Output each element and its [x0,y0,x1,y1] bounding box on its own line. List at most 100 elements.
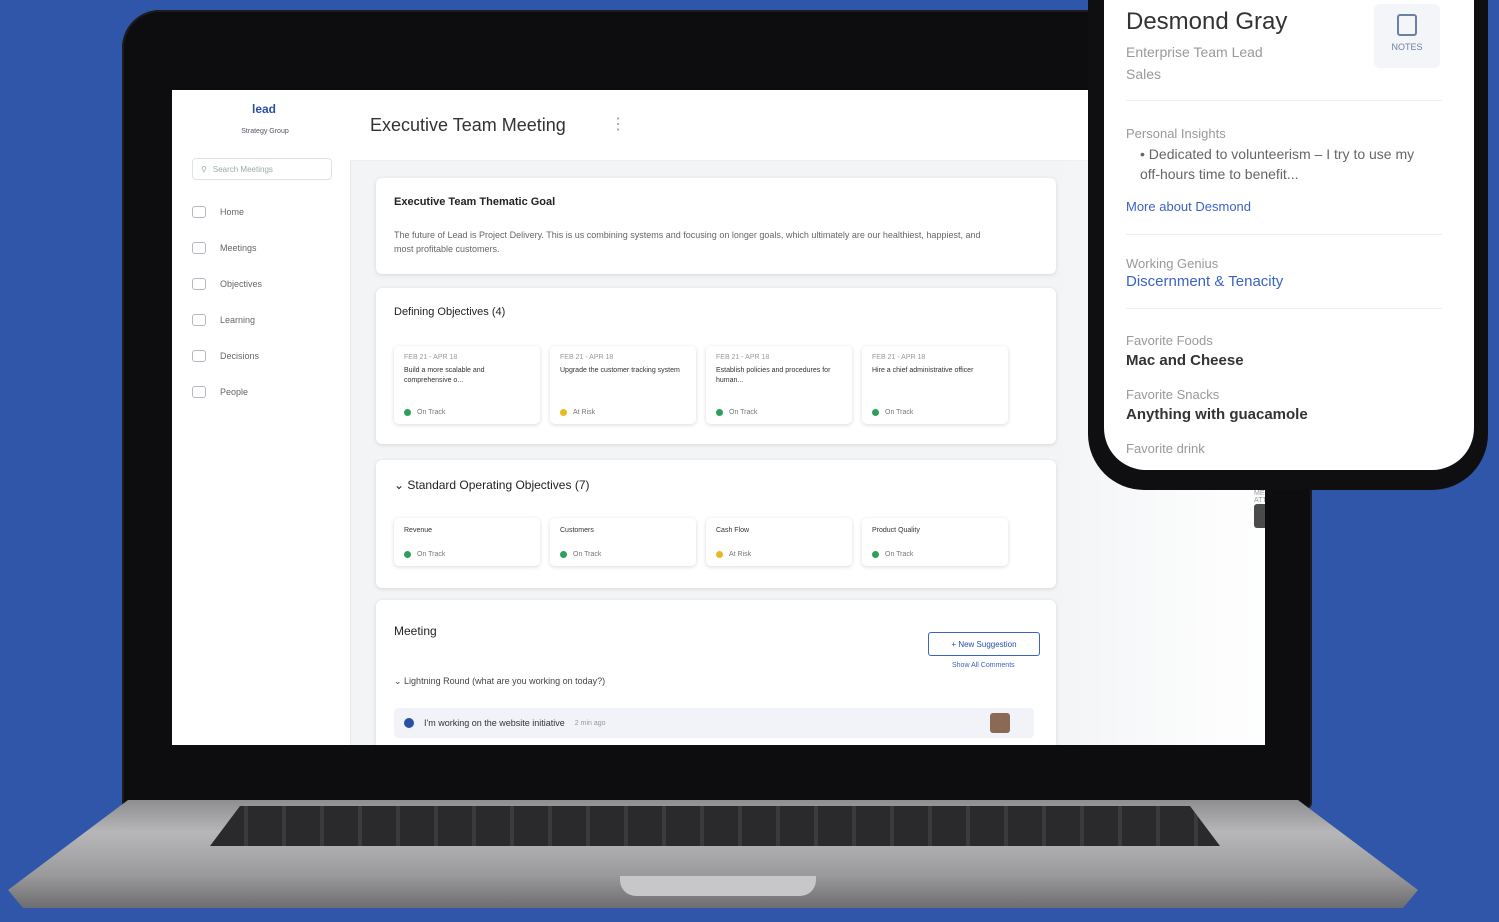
search-input[interactable]: ⚲ Search Meetings [192,158,332,180]
bullet-icon [404,718,414,728]
objective-desc: Upgrade the customer tracking system [560,367,680,374]
show-all-comments-link[interactable]: Show All Comments [952,662,1015,669]
profile-role: Enterprise Team Lead [1126,44,1263,60]
status-dot [560,409,567,416]
notes-button[interactable]: NOTES [1374,4,1440,68]
timestamp: 2 min ago [574,719,606,727]
divider [1126,308,1442,309]
phone-screen: Desmond Gray Enterprise Team Lead Sales … [1104,0,1474,470]
sidebar-item-people[interactable]: People [192,374,262,410]
status-dot [404,409,411,416]
objective-date: FEB 21 - APR 18 [560,354,614,361]
objective-date: FEB 21 - APR 18 [404,354,458,361]
profile-name: Desmond Gray [1126,8,1288,35]
sidebar-item-label: Decisions [220,351,260,361]
status-dot [716,409,723,416]
app-logo-subtitle: Strategy Group [241,128,289,135]
objective-card[interactable]: FEB 21 - APR 18 Establish policies and p… [706,346,852,424]
sidebar-item-objectives[interactable]: Objectives [192,266,262,302]
status-dot [872,551,879,558]
defining-objectives-title: Defining Objectives (4) [394,306,506,318]
objective-date: FEB 21 - APR 18 [872,354,926,361]
insights-text-value: Dedicated to volunteerism – I try to use… [1140,146,1415,182]
goal-title: Executive Team Thematic Goal [394,196,556,208]
item-text: I'm working on the website initiative [424,718,565,728]
sidebar-item-learning[interactable]: Learning [192,302,262,338]
people-icon [192,386,206,398]
snack-label: Favorite Snacks [1126,387,1220,402]
note-icon [1397,14,1417,36]
status-dot [872,409,879,416]
attendees-avatars [1254,504,1265,528]
section-label: Lightning Round (what are you working on… [404,676,606,686]
book-icon [192,314,206,326]
search-icon: ⚲ [201,164,207,174]
status-badge: At Risk [729,551,752,558]
notes-label: NOTES [1391,42,1423,52]
sop-item-label: Cash Flow [716,527,750,534]
sop-item[interactable]: Customers On Track [550,518,696,566]
new-suggestion-button[interactable]: + New Suggestion [928,632,1040,656]
sidebar-item-label: Home [220,207,245,217]
objective-desc: Establish policies and procedures for hu… [716,367,831,384]
food-label: Favorite Foods [1126,333,1213,348]
objective-desc: Hire a chief administrative officer [872,367,974,374]
avatar[interactable] [1254,504,1265,528]
status-badge: On Track [573,551,602,558]
target-icon [192,278,206,290]
insights-label: Personal Insights [1126,126,1226,141]
goal-text: The future of Lead is Project Delivery. … [394,230,981,254]
status-dot [716,551,723,558]
status-dot [560,551,567,558]
sop-item[interactable]: Revenue On Track [394,518,540,566]
more-about-link[interactable]: More about Desmond [1126,199,1251,214]
objective-desc: Build a more scalable and comprehensive … [404,367,485,384]
list-icon [192,350,206,362]
page-title: Executive Team Meeting [370,115,566,135]
sidebar-item-label: Meetings [220,243,257,253]
goal-card: Executive Team Thematic Goal The future … [376,178,1056,274]
defining-objectives-card: Defining Objectives (4) FEB 21 - APR 18 … [376,288,1056,444]
status-badge: On Track [417,409,446,416]
lightning-round-section[interactable]: ⌄ Lightning Round (what are you working … [394,676,605,687]
objective-card[interactable]: FEB 21 - APR 18 Upgrade the customer tra… [550,346,696,424]
sop-card: ⌄ Standard Operating Objectives (7) Reve… [376,460,1056,588]
attendees-label: MEETING ATTENDEES [1254,490,1265,504]
sidebar-item-label: Objectives [220,279,263,289]
sop-item-label: Customers [560,527,594,534]
phone-device: Desmond Gray Enterprise Team Lead Sales … [1088,0,1488,490]
meeting-title: Meeting [394,624,437,638]
sidebar: lead Strategy Group ⚲ Search Meetings Ho… [172,90,351,745]
sop-item-label: Product Quality [872,527,920,534]
home-icon [192,206,206,218]
sidebar-item-meetings[interactable]: Meetings [192,230,262,266]
status-dot [404,551,411,558]
profile-department: Sales [1126,66,1162,82]
sop-title-text: Standard Operating Objectives (7) [407,478,590,492]
food-value: Mac and Cheese [1126,352,1244,369]
sop-item[interactable]: Product Quality On Track [862,518,1008,566]
app-logo[interactable]: lead [234,102,294,116]
snack-value: Anything with guacamole [1126,406,1308,423]
sidebar-item-decisions[interactable]: Decisions [192,338,262,374]
sop-item-label: Revenue [404,527,433,534]
laptop-keyboard [210,806,1220,846]
more-options-icon[interactable]: ⋮ [610,114,626,134]
calendar-icon [192,242,206,254]
status-badge: On Track [729,409,758,416]
meeting-card: Meeting + New Suggestion Show All Commen… [376,600,1056,745]
avatar [990,713,1010,733]
divider [1126,234,1442,235]
sidebar-item-home[interactable]: Home [192,194,262,230]
objective-card[interactable]: FEB 21 - APR 18 Build a more scalable an… [394,346,540,424]
list-item[interactable]: I'm working on the website initiative 2 … [394,708,1034,738]
status-badge: On Track [885,551,914,558]
sidebar-item-label: People [220,387,249,397]
sidebar-nav: Home Meetings Objectives Learning Decisi… [192,194,262,410]
sop-title[interactable]: ⌄ Standard Operating Objectives (7) [394,478,589,492]
search-placeholder: Search Meetings [212,164,273,174]
objective-card[interactable]: FEB 21 - APR 18 Hire a chief administrat… [862,346,1008,424]
genius-value[interactable]: Discernment & Tenacity [1126,273,1283,290]
sop-item[interactable]: Cash Flow At Risk [706,518,852,566]
sidebar-item-label: Learning [220,315,256,325]
